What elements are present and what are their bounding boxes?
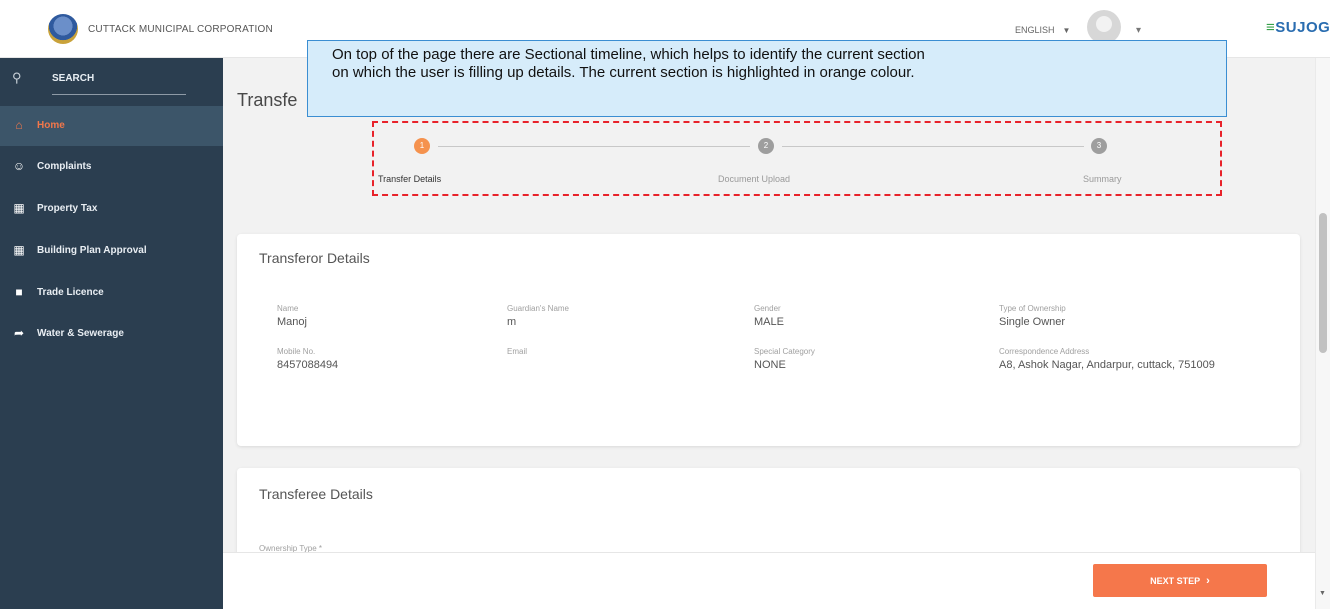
field-label: Name — [277, 304, 299, 313]
search-icon: ⚲ — [12, 70, 22, 85]
callout-line-1: On top of the page there are Sectional t… — [332, 46, 925, 63]
sidebar-item-home[interactable]: ⌂ Home — [0, 106, 223, 146]
scrollbar-thumb[interactable] — [1319, 213, 1327, 353]
field-value: m — [507, 316, 517, 328]
building-icon: ▦ — [13, 243, 25, 257]
sidebar-item-water-sewerage[interactable]: ➦ Water & Sewerage — [0, 314, 223, 354]
sidebar-item-label: Home — [37, 120, 65, 131]
card-title: Transferor Details — [259, 250, 370, 266]
callout-line-2: on which the user is filling up details.… — [332, 64, 915, 81]
field-label: Type of Ownership — [999, 304, 1066, 313]
transferor-details-card: Transferor Details Name Manoj Guardian's… — [237, 234, 1300, 446]
page-title: Transfe — [237, 90, 298, 110]
sidebar-item-complaints[interactable]: ☺ Complaints — [0, 147, 223, 187]
brand-name: SUJOG — [1275, 19, 1330, 36]
bottom-action-bar: NEXT STEP › — [223, 552, 1315, 609]
vertical-scrollbar[interactable]: ▼ — [1315, 58, 1330, 609]
sidebar-item-label: Property Tax — [37, 203, 98, 214]
field-label: Correspondence Address — [999, 347, 1090, 356]
user-menu-chevron-icon[interactable]: ▾ — [1136, 25, 1141, 36]
sidebar-item-label: Complaints — [37, 161, 92, 172]
property-tax-icon: ▦ — [13, 201, 25, 215]
complaints-icon: ☺ — [12, 159, 26, 173]
field-value: Single Owner — [999, 316, 1066, 328]
sidebar-item-property-tax[interactable]: ▦ Property Tax — [0, 189, 223, 229]
chevron-down-icon: ▼ — [1062, 26, 1071, 35]
sidebar-item-building-plan[interactable]: ▦ Building Plan Approval — [0, 231, 223, 271]
user-avatar-icon[interactable] — [1087, 10, 1121, 44]
sidebar-item-label: Water & Sewerage — [37, 328, 124, 339]
annotation-callout: On top of the page there are Sectional t… — [307, 40, 1227, 117]
field-label: Email — [507, 347, 528, 356]
field-value: 8457088494 — [277, 359, 339, 371]
sidebar-item-label: Building Plan Approval — [37, 245, 147, 256]
search-underline — [52, 94, 186, 95]
language-label: ENGLISH — [1015, 25, 1055, 35]
org-name: CUTTACK MUNICIPAL CORPORATION — [88, 24, 273, 35]
sidebar-search[interactable]: ⚲ SEARCH — [0, 58, 223, 100]
field-value: Manoj — [277, 316, 307, 328]
municipal-logo-icon — [48, 14, 78, 44]
field-value: MALE — [754, 316, 784, 328]
sidebar: ⚲ SEARCH ⌂ Home ☺ Complaints ▦ Property … — [0, 58, 223, 609]
sidebar-item-trade-licence[interactable]: ■ Trade Licence — [0, 273, 223, 313]
field-label: Mobile No. — [277, 347, 316, 356]
search-label: SEARCH — [52, 73, 95, 84]
language-selector[interactable]: ENGLISH ▼ — [1015, 25, 1070, 35]
field-value: A8, Ashok Nagar, Andarpur, cuttack, 7510… — [999, 359, 1215, 371]
trade-licence-icon: ■ — [15, 285, 23, 299]
brand-logo: ≡SUJOG — [1266, 19, 1330, 36]
next-step-label: NEXT STEP — [1150, 575, 1201, 586]
next-step-button[interactable]: NEXT STEP › — [1093, 564, 1267, 597]
scroll-down-arrow-icon[interactable]: ▼ — [1319, 590, 1326, 597]
field-label: Gender — [754, 304, 781, 313]
sidebar-item-label: Trade Licence — [37, 287, 104, 298]
field-value: NONE — [754, 359, 786, 371]
water-icon: ➦ — [13, 326, 25, 340]
chevron-right-icon: › — [1206, 574, 1210, 587]
field-label: Special Category — [754, 347, 815, 356]
brand-mark-icon: ≡ — [1266, 19, 1276, 36]
card-title: Transferee Details — [259, 486, 373, 502]
field-label: Guardian's Name — [507, 304, 569, 313]
timeline-highlight-box — [372, 121, 1222, 196]
home-icon: ⌂ — [15, 118, 23, 132]
